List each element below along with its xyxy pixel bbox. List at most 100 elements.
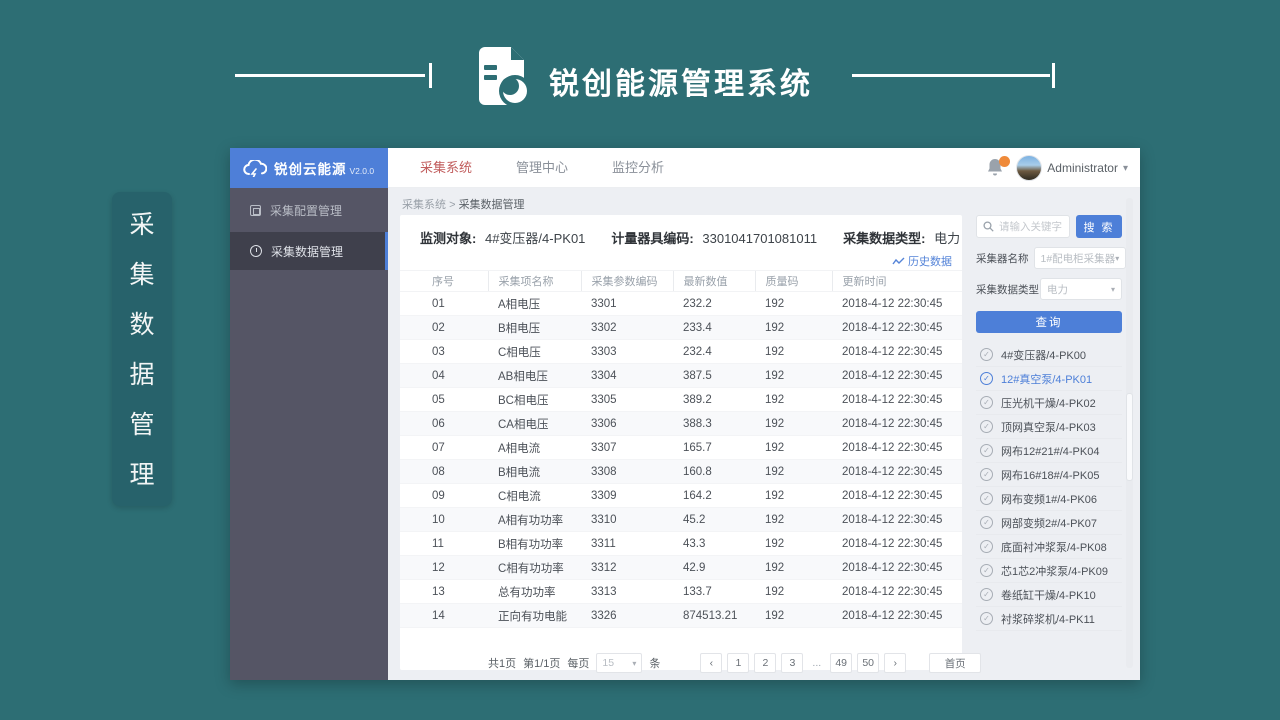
filter-panel: 搜 索 采集器名称 1#配电柜采集器 ▾ 采集数据类型 电力 ▾ xyxy=(976,215,1122,631)
table-row: 04AB相电压3304387.51922018-4-12 22:30:45 xyxy=(400,364,962,388)
table-cell: 2018-4-12 22:30:45 xyxy=(832,604,962,628)
table-cell: 164.2 xyxy=(673,484,755,508)
device-list-item[interactable]: ✓衬浆碎浆机/4-PK11 xyxy=(976,607,1122,631)
device-list-item[interactable]: ✓芯1芯2冲浆泵/4-PK09 xyxy=(976,559,1122,583)
breadcrumb-separator: > xyxy=(449,199,455,211)
scrollbar-thumb[interactable] xyxy=(1126,393,1133,481)
table-cell: B相有功功率 xyxy=(488,532,581,556)
table-cell: 3309 xyxy=(581,484,673,508)
device-list-item[interactable]: ✓12#真空泵/4-PK01 xyxy=(976,367,1122,391)
vertical-module-tab: 采集数据管理 xyxy=(112,192,172,506)
table-cell: 04 xyxy=(400,364,488,388)
table-cell: 389.2 xyxy=(673,388,755,412)
page-number-button[interactable]: 50 xyxy=(857,653,879,673)
device-list-item[interactable]: ✓网布12#21#/4-PK04 xyxy=(976,439,1122,463)
prev-page-button[interactable]: ‹ xyxy=(700,653,722,673)
table-cell: 43.3 xyxy=(673,532,755,556)
notification-bell-icon[interactable] xyxy=(987,158,1005,178)
col-header-item-name: 采集项名称 xyxy=(488,271,581,292)
table-cell: 192 xyxy=(755,364,832,388)
search-button[interactable]: 搜 索 xyxy=(1076,215,1122,238)
app-version: V2.0.0 xyxy=(350,166,375,176)
device-list-item[interactable]: ✓卷纸缸干燥/4-PK10 xyxy=(976,583,1122,607)
page-number-button[interactable]: 3 xyxy=(781,653,803,673)
page-ellipsis: ... xyxy=(808,653,825,673)
table-cell: CA相电压 xyxy=(488,412,581,436)
device-name: 网部变频2#/4-PK07 xyxy=(1001,515,1097,531)
monitor-object: 监测对象: 4#变压器/4-PK01 xyxy=(420,228,585,247)
config-grid-icon xyxy=(250,205,261,216)
device-name: 4#变压器/4-PK00 xyxy=(1001,347,1086,363)
collector-name-select[interactable]: 1#配电柜采集器 ▾ xyxy=(1034,247,1127,269)
page-number-button[interactable]: 2 xyxy=(754,653,776,673)
table-cell: 45.2 xyxy=(673,508,755,532)
check-circle-icon: ✓ xyxy=(980,540,993,553)
check-circle-icon: ✓ xyxy=(980,348,993,361)
pagination-info: 共1页 第1/1页 每页 15 ▾ 条 xyxy=(488,653,660,673)
page-title: 锐创能源管理系统 xyxy=(549,59,813,103)
device-list-item[interactable]: ✓顶网真空泵/4-PK03 xyxy=(976,415,1122,439)
device-list-item[interactable]: ✓ 网布16#18#/4-PK05 xyxy=(976,463,1122,487)
line-chart-icon xyxy=(892,257,905,266)
table-cell: 192 xyxy=(755,436,832,460)
meter-code: 计量器具编码: 3301041701081011 xyxy=(611,228,817,247)
device-list-item[interactable]: ✓ 底面衬冲浆泵/4-PK08 xyxy=(976,535,1122,559)
table-cell: 总有功功率 xyxy=(488,580,581,604)
table-cell: A相电流 xyxy=(488,436,581,460)
table-cell: A相电压 xyxy=(488,292,581,316)
page-number-button[interactable]: 49 xyxy=(830,653,852,673)
data-card: 监测对象: 4#变压器/4-PK01 计量器具编码: 3301041701081… xyxy=(400,215,962,670)
nav-item[interactable]: 监控分析 xyxy=(590,148,686,188)
table-cell: 3306 xyxy=(581,412,673,436)
page-size-select[interactable]: 15 ▾ xyxy=(596,653,642,673)
table-cell: 3301 xyxy=(581,292,673,316)
breadcrumb-parent[interactable]: 采集系统 xyxy=(402,199,446,211)
table-cell: 08 xyxy=(400,460,488,484)
table-cell: 14 xyxy=(400,604,488,628)
table-cell: 3311 xyxy=(581,532,673,556)
pagination-bar: 共1页 第1/1页 每页 15 ▾ 条 ‹ 123...4950 › 首页 xyxy=(400,652,962,674)
table-cell: 03 xyxy=(400,340,488,364)
page-number-button[interactable]: 1 xyxy=(727,653,749,673)
device-list-item[interactable]: ✓ 4#变压器/4-PK00 xyxy=(976,343,1122,367)
device-name: 衬浆碎浆机/4-PK11 xyxy=(1001,611,1095,627)
meter-code-value: 3301041701081011 xyxy=(702,231,817,246)
page-buttons: 123... 4950 xyxy=(727,653,879,673)
search-input[interactable] xyxy=(999,221,1063,233)
device-name: 网布16#18#/4-PK05 xyxy=(1001,467,1099,483)
sidebar-item[interactable]: 采集配置管理 xyxy=(230,191,388,229)
collector-field-row: 采集器名称 1#配电柜采集器 ▾ xyxy=(976,247,1122,269)
data-type-select[interactable]: 电力 ▾ xyxy=(1040,278,1122,300)
meter-code-label: 计量器具编码: xyxy=(611,231,693,246)
table-cell: 3308 xyxy=(581,460,673,484)
table-cell: 192 xyxy=(755,580,832,604)
col-header-update-time: 更新时间 xyxy=(832,271,962,292)
sidebar-item-label: 采集配置管理 xyxy=(270,202,342,219)
chevron-down-icon: ▾ xyxy=(1111,285,1115,294)
check-circle-icon: ✓ xyxy=(980,468,993,481)
history-data-link[interactable]: 历史数据 xyxy=(892,253,952,269)
table-cell: 232.2 xyxy=(673,292,755,316)
device-name: 顶网真空泵/4-PK03 xyxy=(1001,419,1096,435)
device-name: 12#真空泵/4-PK01 xyxy=(1001,371,1092,387)
table-cell: 874513.21 xyxy=(673,604,755,628)
device-list-item[interactable]: ✓压光机干燥/4-PK02 xyxy=(976,391,1122,415)
device-name: 底面衬冲浆泵/4-PK08 xyxy=(1001,539,1107,555)
next-page-button[interactable]: › xyxy=(884,653,906,673)
device-list-item[interactable]: ✓网部变频2#/4-PK07 xyxy=(976,511,1122,535)
col-header-latest-value: 最新数值 xyxy=(673,271,755,292)
table-cell: 2018-4-12 22:30:45 xyxy=(832,580,962,604)
query-button[interactable]: 查询 xyxy=(976,311,1122,333)
nav-item[interactable]: 采集系统 xyxy=(398,148,494,188)
device-name: 芯1芯2冲浆泵/4-PK09 xyxy=(1001,563,1108,579)
data-type-select-label: 采集数据类型 xyxy=(976,282,1040,297)
check-circle-icon: ✓ xyxy=(980,588,993,601)
sidebar-item[interactable]: 采集数据管理 xyxy=(230,232,388,270)
first-page-button[interactable]: 首页 xyxy=(929,653,981,673)
nav-item[interactable]: 管理中心 xyxy=(494,148,590,188)
data-type: 采集数据类型: 电力 xyxy=(843,228,960,247)
user-menu[interactable]: Administrator ▾ xyxy=(1016,155,1128,181)
device-list-item[interactable]: ✓网布变频1#/4-PK06 xyxy=(976,487,1122,511)
per-page-unit: 条 xyxy=(649,655,660,671)
table-cell: 2018-4-12 22:30:45 xyxy=(832,364,962,388)
